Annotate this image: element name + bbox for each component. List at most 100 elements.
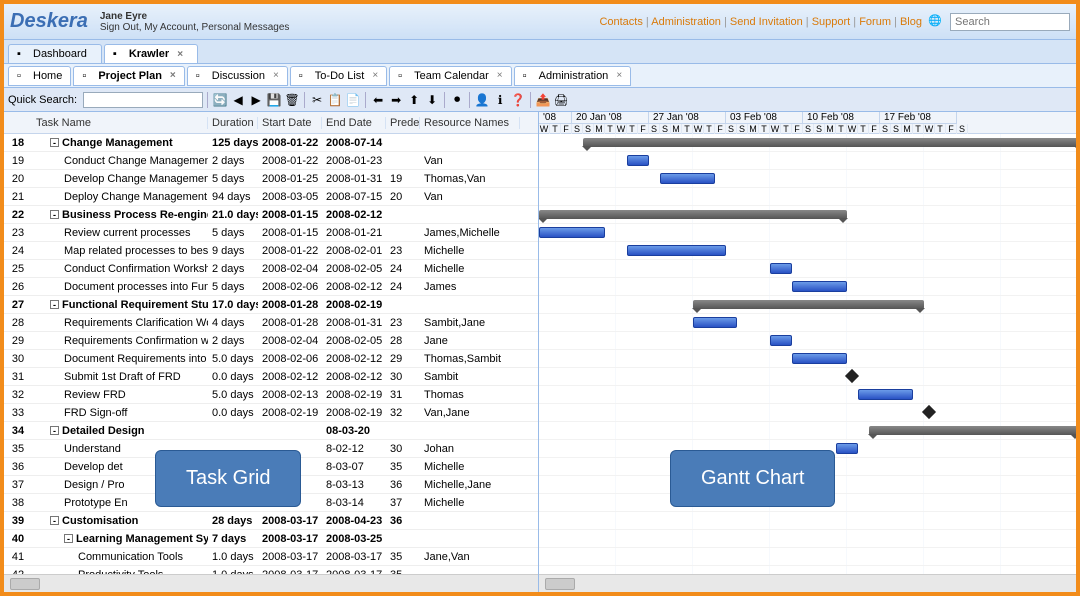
gantt-hscroll[interactable] [539,574,1076,592]
col-res[interactable]: Resource Names [420,117,520,129]
table-row[interactable]: 26Document processes into Functi5 days20… [4,278,538,296]
help-icon[interactable]: ❓ [510,92,526,108]
gantt-bar[interactable] [627,155,649,166]
gantt-bar[interactable] [869,426,1076,435]
quick-search-input[interactable] [83,92,203,108]
close-icon[interactable]: × [616,70,622,81]
table-row[interactable]: 25Conduct Confirmation Workshop2 days200… [4,260,538,278]
gantt-bar[interactable] [539,227,605,238]
moveup-icon[interactable]: ⬆ [406,92,422,108]
delete-icon[interactable]: 🗑 [284,92,300,108]
gantt-bar[interactable] [539,210,847,219]
gantt-bar[interactable] [836,443,858,454]
topnav-send-invitation[interactable]: Send Invitation [730,16,803,28]
table-row[interactable]: 32Review FRD5.0 days2008-02-132008-02-19… [4,386,538,404]
table-row[interactable]: 28Requirements Clarification Works4 days… [4,314,538,332]
expand-icon[interactable]: - [50,426,59,435]
col-taskname[interactable]: Task Name [32,117,208,129]
col-pred[interactable]: Predec [386,117,420,129]
table-row[interactable]: 19Conduct Change Management Pl2 days2008… [4,152,538,170]
col-enddate[interactable]: End Date [322,117,386,129]
table-row[interactable]: 29Requirements Confirmation work2 days20… [4,332,538,350]
cut-icon[interactable]: ✂ [309,92,325,108]
table-row[interactable]: 22-Business Process Re-engineerin21.0 da… [4,206,538,224]
close-icon[interactable]: × [372,70,378,81]
sub-tab-discussion[interactable]: ▫Discussion× [187,66,288,86]
refresh-icon[interactable]: 🔄 [212,92,228,108]
gantt-bar[interactable] [792,281,847,292]
export-icon[interactable]: 📤 [535,92,551,108]
record-icon[interactable]: ⏺ [449,92,465,108]
table-row[interactable]: 42Productivity Tools1.0 days2008-03-1720… [4,566,538,574]
app-tab-krawler[interactable]: ▪Krawler× [104,44,198,63]
print-icon[interactable]: 🖨 [553,92,569,108]
gantt-body[interactable] [539,134,1076,574]
grid-body[interactable]: 18-Change Management125 days2008-01-2220… [4,134,538,574]
timeline-day: S [660,124,671,134]
table-row[interactable]: 20Develop Change Management Pl5 days2008… [4,170,538,188]
gantt-bar[interactable] [770,335,792,346]
table-row[interactable]: 24Map related processes to best p9 days2… [4,242,538,260]
gantt-bar[interactable] [858,389,913,400]
topnav-forum[interactable]: Forum [859,16,891,28]
close-icon[interactable]: × [177,49,183,60]
close-icon[interactable]: × [497,70,503,81]
paste-icon[interactable]: 📄 [345,92,361,108]
expand-icon[interactable]: - [50,210,59,219]
expand-icon[interactable]: - [50,300,59,309]
indent-icon[interactable]: ➡ [388,92,404,108]
table-row[interactable]: 33FRD Sign-off0.0 days2008-02-192008-02-… [4,404,538,422]
milestone-marker[interactable] [922,405,936,419]
table-row[interactable]: 39-Customisation28 days2008-03-172008-04… [4,512,538,530]
table-row[interactable]: 23Review current processes5 days2008-01-… [4,224,538,242]
expand-icon[interactable]: - [50,138,59,147]
movedown-icon[interactable]: ⬇ [424,92,440,108]
search-input[interactable] [950,13,1070,31]
table-row[interactable]: 34-Detailed Design08-03-20 [4,422,538,440]
sub-tab-administration[interactable]: ▫Administration× [514,66,632,86]
timeline-day: W [770,124,781,134]
save-icon[interactable]: 💾 [266,92,282,108]
table-row[interactable]: 41Communication Tools1.0 days2008-03-172… [4,548,538,566]
table-row[interactable]: 40-Learning Management Syste7 days2008-0… [4,530,538,548]
timeline-day: M [902,124,913,134]
sub-tab-home[interactable]: ▫Home [8,66,71,86]
col-startdate[interactable]: Start Date [258,117,322,129]
forward-icon[interactable]: ▶ [248,92,264,108]
gantt-bar[interactable] [627,245,726,256]
outdent-icon[interactable]: ⬅ [370,92,386,108]
app-tab-dashboard[interactable]: ▪Dashboard [8,44,102,63]
gantt-bar[interactable] [792,353,847,364]
table-row[interactable]: 18-Change Management125 days2008-01-2220… [4,134,538,152]
gantt-bar[interactable] [693,317,737,328]
topnav-blog[interactable]: Blog [900,16,922,28]
expand-icon[interactable]: - [64,534,73,543]
close-icon[interactable]: × [273,70,279,81]
topnav-contacts[interactable]: Contacts [599,16,642,28]
back-icon[interactable]: ◀ [230,92,246,108]
gantt-bar[interactable] [770,263,792,274]
close-icon[interactable]: × [170,70,176,81]
grid-hscroll[interactable] [4,574,538,592]
topnav-support[interactable]: Support [812,16,851,28]
table-row[interactable]: 27-Functional Requirement Study17.0 days… [4,296,538,314]
sub-tab-to-do-list[interactable]: ▫To-Do List× [290,66,387,86]
expand-icon[interactable]: - [50,516,59,525]
col-duration[interactable]: Duration [208,117,258,129]
copy-icon[interactable]: 📋 [327,92,343,108]
table-row[interactable]: 30Document Requirements into FR5.0 days2… [4,350,538,368]
globe-icon[interactable]: 🌐 [928,14,944,30]
sub-tab-project-plan[interactable]: ▫Project Plan× [73,66,184,86]
gantt-bar[interactable] [693,300,924,309]
gantt-bar[interactable] [660,173,715,184]
table-row[interactable]: 21Deploy Change Management Act94 days200… [4,188,538,206]
user-links[interactable]: Sign Out, My Account, Personal Messages [100,22,290,33]
sub-tab-team-calendar[interactable]: ▫Team Calendar× [389,66,511,86]
milestone-marker[interactable] [845,369,859,383]
info-icon[interactable]: ℹ [492,92,508,108]
user-icon[interactable]: 👤 [474,92,490,108]
topnav-administration[interactable]: Administration [651,16,721,28]
table-row[interactable]: 31Submit 1st Draft of FRD0.0 days2008-02… [4,368,538,386]
header-nav: Contacts | Administration | Send Invitat… [599,13,1070,31]
gantt-bar[interactable] [583,138,1076,147]
